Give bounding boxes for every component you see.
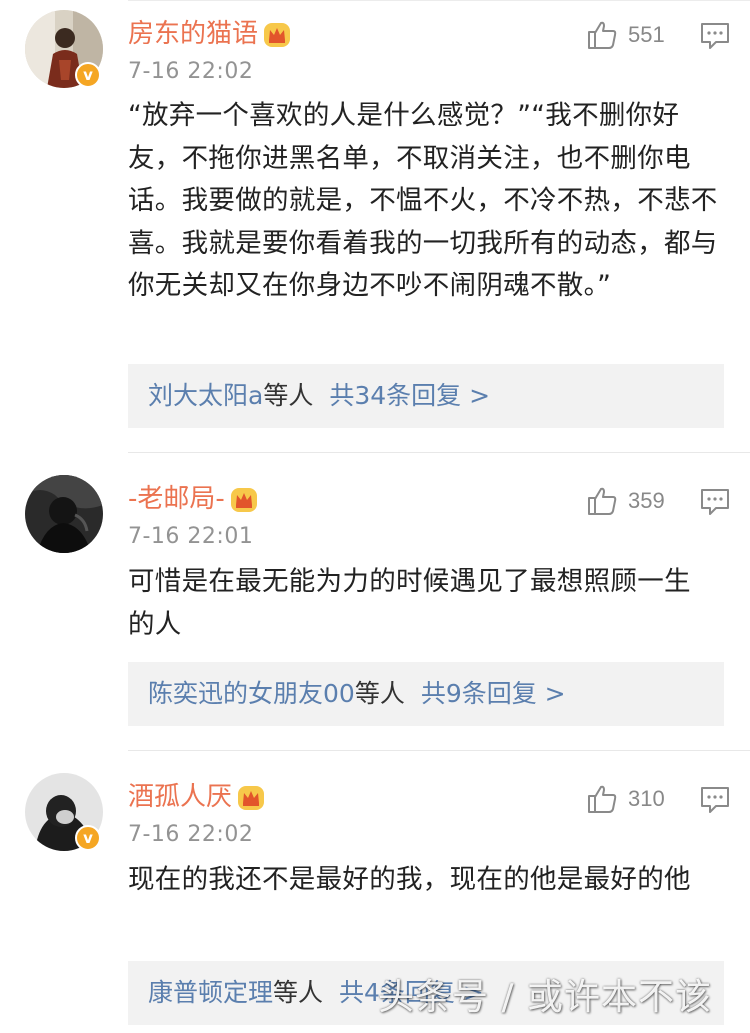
comment-text: 现在的我还不是最好的我，现在的他是最好的他 <box>128 864 691 895</box>
reply-total-link[interactable]: 共9条回复 > <box>421 679 566 708</box>
reply-names[interactable]: 刘大太阳a <box>148 381 263 410</box>
comment-divider <box>128 750 750 751</box>
comment-time: 7-16 22:01 <box>128 524 254 549</box>
reply-suffix: 等人 <box>263 381 314 410</box>
username[interactable]: 房东的猫语 <box>128 17 292 51</box>
reply-names[interactable]: 陈奕迅的女朋友00 <box>148 679 355 708</box>
comment-time: 7-16 22:02 <box>128 822 254 847</box>
crown-badge-icon <box>238 785 265 810</box>
comment-text: 可惜是在最无能为力的时候遇见了最想照顾一生的人 <box>128 566 691 640</box>
avatar[interactable]: v <box>25 773 103 851</box>
comment-icon[interactable] <box>700 488 730 516</box>
verified-v-icon: v <box>75 62 101 88</box>
like-count: 551 <box>628 22 665 47</box>
reply-names[interactable]: 康普顿定理 <box>148 978 273 1007</box>
comment-icon[interactable] <box>700 786 730 814</box>
thumbs-up-icon <box>588 487 617 515</box>
comment-divider <box>128 452 750 453</box>
thumbs-up-icon <box>588 21 617 49</box>
avatar[interactable] <box>25 475 103 553</box>
avatar[interactable]: v <box>25 10 103 88</box>
comment-text: “放弃一个喜欢的人是什么感觉？”“我不删你好友，不拖你进黑名单，不取消关注，也不… <box>128 100 718 301</box>
like-count: 359 <box>628 488 665 513</box>
username[interactable]: 酒孤人厌 <box>128 780 266 814</box>
crown-badge-icon <box>264 22 291 47</box>
reply-suffix: 等人 <box>273 978 324 1007</box>
like-button[interactable]: 551 <box>586 17 665 53</box>
top-divider <box>128 0 750 7</box>
reply-summary[interactable]: 陈奕迅的女朋友00等人 共9条回复 > <box>128 662 724 726</box>
reply-total-link[interactable]: 共34条回复 > <box>329 381 490 410</box>
verified-v-icon: v <box>75 825 101 851</box>
like-count: 310 <box>628 786 665 811</box>
thumbs-up-icon <box>588 785 617 813</box>
crown-badge-icon <box>230 487 257 512</box>
reply-suffix: 等人 <box>354 679 405 708</box>
username[interactable]: -老邮局- <box>128 482 259 516</box>
comment-time: 7-16 22:02 <box>128 59 254 84</box>
like-button[interactable]: 310 <box>586 781 665 817</box>
like-button[interactable]: 359 <box>586 483 665 519</box>
watermark: 头条号 / 或许本不该 <box>378 977 713 1018</box>
comment-icon[interactable] <box>700 22 730 50</box>
reply-summary[interactable]: 刘大太阳a等人 共34条回复 > <box>128 364 724 428</box>
